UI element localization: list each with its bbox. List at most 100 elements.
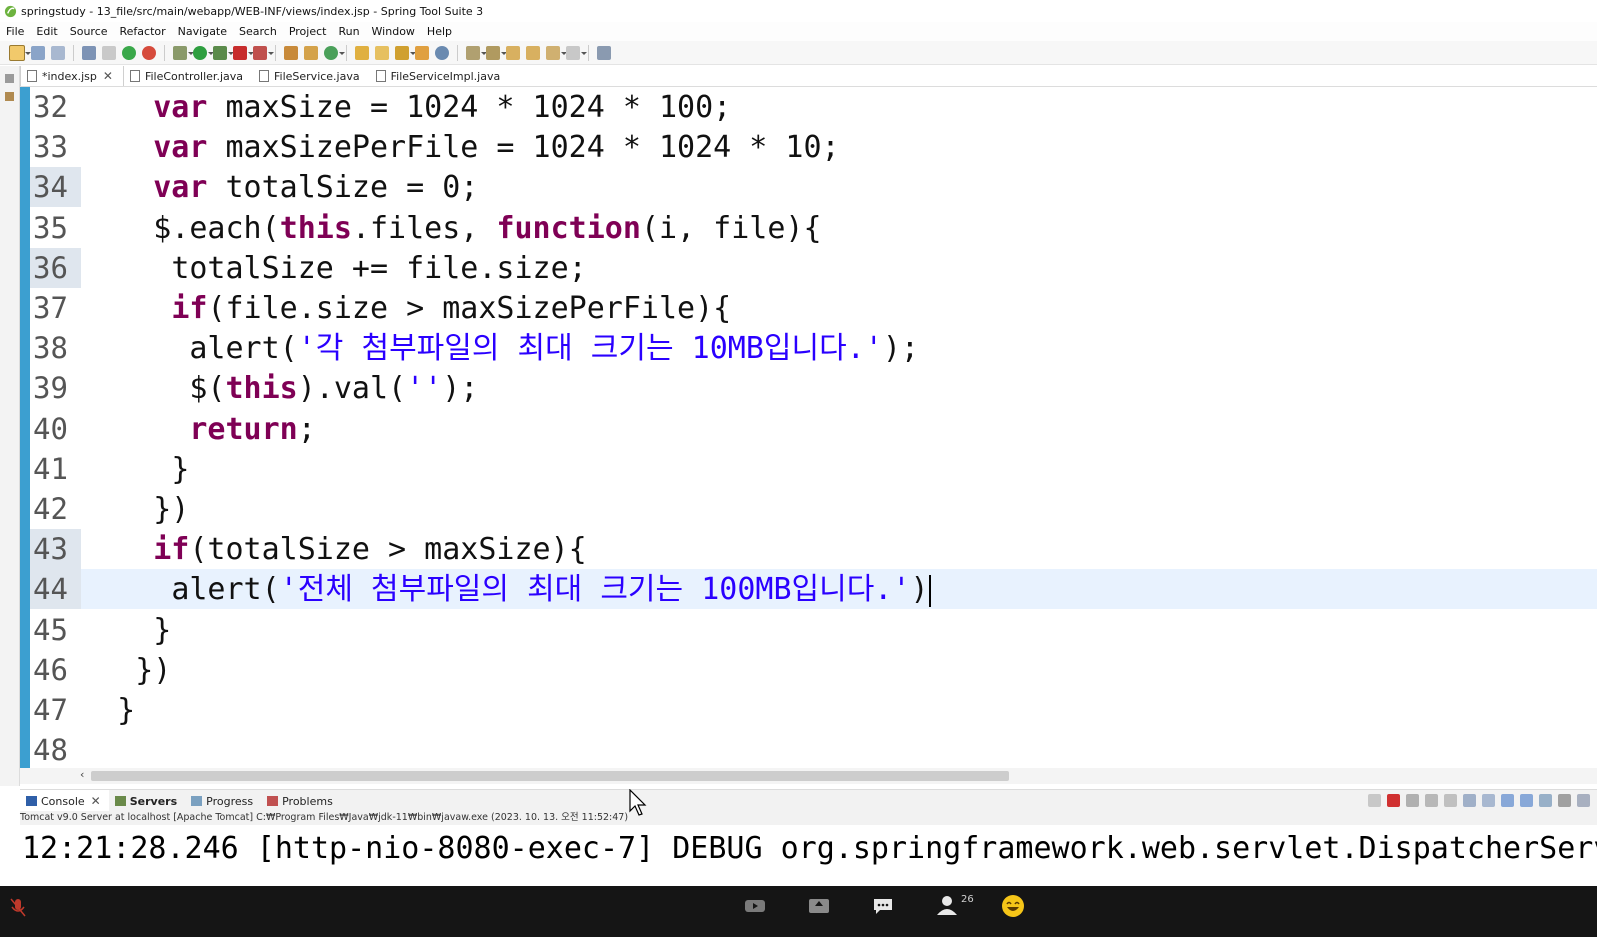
pointer-icon[interactable]	[102, 45, 116, 60]
save-all-icon[interactable]	[51, 45, 65, 60]
tab-servers[interactable]: Servers	[109, 790, 185, 812]
code-editor[interactable]: 32 var maxSize = 1024 * 1024 * 100; 33 va…	[20, 87, 1597, 768]
open-task-icon[interactable]	[415, 45, 429, 60]
code-line[interactable]: 39 $(this).val('');	[30, 368, 1597, 408]
last-edit-icon[interactable]	[506, 45, 520, 60]
show-on-error-icon[interactable]	[1520, 794, 1533, 807]
code-line[interactable]: 37 if(file.size > maxSizePerFile){	[30, 288, 1597, 328]
close-icon[interactable]: ✕	[91, 794, 101, 808]
run-icon[interactable]	[193, 45, 214, 60]
new-class-icon[interactable]	[324, 45, 345, 60]
search-icon[interactable]	[395, 45, 416, 60]
code-line[interactable]: 38 alert('각 첨부파일의 최대 크기는 10MB입니다.');	[30, 328, 1597, 368]
disconnect-icon[interactable]	[1368, 794, 1381, 807]
string-literal: ''	[406, 371, 443, 407]
code-line[interactable]: 47 }	[30, 690, 1597, 730]
pin-console-icon[interactable]	[1539, 794, 1552, 807]
external-tools-icon[interactable]	[253, 45, 274, 60]
coverage-icon[interactable]	[213, 45, 234, 60]
code-line[interactable]: 35 $.each(this.files, function(i, file){	[30, 208, 1597, 248]
display-console-icon[interactable]	[1558, 794, 1571, 807]
menu-search[interactable]: Search	[239, 25, 277, 38]
previous-annotation-icon[interactable]	[486, 45, 507, 60]
menu-refactor[interactable]: Refactor	[120, 25, 166, 38]
code-text: })	[135, 652, 172, 688]
line-number: 45	[33, 612, 68, 647]
menu-window[interactable]: Window	[372, 25, 415, 38]
forward-icon[interactable]	[566, 45, 587, 60]
code-line[interactable]: 33 var maxSizePerFile = 1024 * 1024 * 10…	[30, 127, 1597, 167]
forward-edit-icon[interactable]	[526, 45, 540, 60]
menu-project[interactable]: Project	[289, 25, 327, 38]
tab-file-service-impl[interactable]: FileServiceImpl.java	[370, 66, 511, 86]
stop-icon[interactable]	[233, 45, 254, 60]
scrollbar-thumb[interactable]	[91, 771, 1009, 781]
close-icon[interactable]: ✕	[103, 69, 113, 83]
menu-edit[interactable]: Edit	[36, 25, 57, 38]
remove-launch-icon[interactable]	[1406, 794, 1419, 807]
chat-icon[interactable]	[870, 895, 896, 915]
restore-icon[interactable]	[5, 74, 14, 83]
share-screen-icon[interactable]	[806, 895, 832, 915]
code-line[interactable]: 32 var maxSize = 1024 * 1024 * 100;	[30, 87, 1597, 127]
next-annotation-icon[interactable]	[466, 45, 487, 60]
new-package-icon[interactable]	[304, 45, 318, 60]
video-icon[interactable]	[742, 895, 768, 915]
menu-help[interactable]: Help	[427, 25, 452, 38]
keyword: var	[153, 170, 208, 206]
word-wrap-icon[interactable]	[1482, 794, 1495, 807]
package-explorer-icon[interactable]	[5, 92, 14, 101]
open-resource-icon[interactable]	[375, 45, 389, 60]
code-line[interactable]: 40 return;	[30, 409, 1597, 449]
reaction-emoji-icon[interactable]	[1000, 893, 1026, 919]
code-line[interactable]: 48	[30, 730, 1597, 768]
code-line[interactable]: 44 alert('전체 첨부파일의 최대 크기는 100MB입니다.')	[30, 569, 1597, 610]
microphone-muted-icon[interactable]	[8, 896, 28, 920]
code-text: $.each(this.files, function(i, file){	[153, 210, 822, 246]
tab-progress[interactable]: Progress	[185, 790, 261, 812]
tab-index-jsp[interactable]: *index.jsp ✕	[20, 66, 124, 86]
new-icon[interactable]	[9, 44, 31, 61]
line-number: 33	[33, 130, 68, 165]
open-type-icon[interactable]	[355, 45, 369, 60]
refresh-icon[interactable]	[142, 45, 156, 60]
code-text: $(this).val('');	[189, 371, 479, 407]
open-perspective-icon[interactable]	[597, 45, 611, 60]
code-line[interactable]: 43 if(totalSize > maxSize){	[30, 529, 1597, 570]
horizontal-scrollbar[interactable]: ‹	[20, 768, 1597, 784]
back-icon[interactable]	[546, 45, 567, 60]
code-line[interactable]: 45 }	[30, 610, 1597, 650]
debug-icon[interactable]	[173, 45, 194, 60]
code-line[interactable]: 36 totalSize += file.size;	[30, 247, 1597, 288]
clear-console-icon[interactable]	[1444, 794, 1457, 807]
scroll-left-icon[interactable]: ‹	[80, 768, 84, 781]
menu-navigate[interactable]: Navigate	[178, 25, 227, 38]
menu-file[interactable]: File	[6, 25, 24, 38]
save-icon[interactable]	[31, 45, 45, 60]
tab-console[interactable]: Console ✕	[20, 790, 109, 812]
code-line[interactable]: 34 var totalSize = 0;	[30, 167, 1597, 208]
participants-icon[interactable]	[934, 895, 960, 915]
show-on-output-icon[interactable]	[1501, 794, 1514, 807]
tab-file-controller[interactable]: FileController.java	[124, 66, 253, 86]
open-console-icon[interactable]	[1577, 794, 1590, 807]
terminate-icon[interactable]	[1387, 794, 1400, 807]
terminal-icon[interactable]	[82, 45, 96, 60]
code-line[interactable]: 41 }	[30, 449, 1597, 489]
code-line[interactable]: 46 })	[30, 650, 1597, 690]
line-number: 48	[33, 733, 68, 768]
boot-dashboard-icon[interactable]	[122, 45, 136, 60]
code-line[interactable]: 42 })	[30, 489, 1597, 529]
left-minimized-panel	[0, 66, 20, 786]
menu-run[interactable]: Run	[338, 25, 359, 38]
code-text: if(file.size > maxSizePerFile){	[171, 291, 732, 326]
console-output[interactable]: 12:21:28.246 [http-nio-8080-exec-7] DEBU…	[20, 825, 1597, 885]
tab-problems[interactable]: Problems	[261, 790, 341, 812]
new-java-project-icon[interactable]	[284, 45, 298, 60]
tab-file-service[interactable]: FileService.java	[253, 66, 370, 86]
menu-source[interactable]: Source	[70, 25, 108, 38]
remove-all-icon[interactable]	[1425, 794, 1438, 807]
scroll-lock-icon[interactable]	[1463, 794, 1476, 807]
globe-icon[interactable]	[435, 45, 449, 60]
